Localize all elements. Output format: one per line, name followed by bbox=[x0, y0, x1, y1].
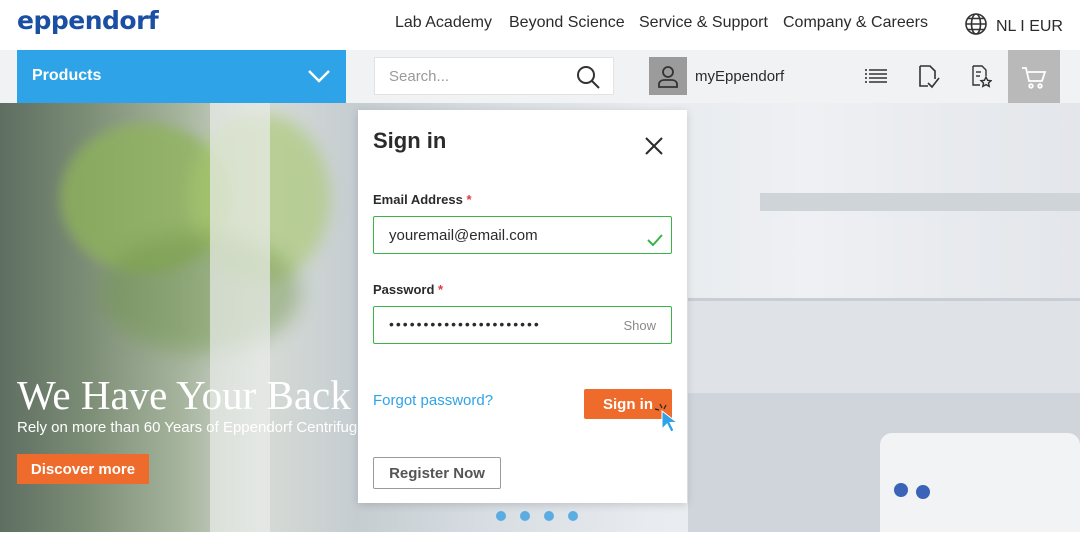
globe-icon bbox=[964, 12, 988, 41]
list-icon[interactable] bbox=[864, 64, 888, 93]
carousel-dot[interactable] bbox=[496, 511, 506, 521]
required-mark: * bbox=[466, 192, 472, 207]
carousel-dots bbox=[496, 511, 578, 521]
email-label: Email Address * bbox=[373, 192, 472, 207]
language-label: NL I EUR bbox=[996, 17, 1063, 35]
nav-lab-academy[interactable]: Lab Academy bbox=[395, 14, 492, 32]
checkmark-icon bbox=[647, 233, 663, 251]
language-selector[interactable]: NL I EUR bbox=[964, 12, 1063, 41]
search-icon[interactable] bbox=[575, 64, 601, 95]
secondary-bar: Products myEppendorf bbox=[0, 50, 1080, 103]
cart-icon[interactable] bbox=[1008, 50, 1060, 103]
hero-lab-bench bbox=[688, 298, 1080, 393]
email-label-text: Email Address bbox=[373, 192, 463, 207]
products-label: Products bbox=[32, 67, 102, 84]
products-menu-button[interactable]: Products bbox=[17, 50, 346, 103]
close-icon[interactable] bbox=[645, 137, 663, 160]
discover-more-button[interactable]: Discover more bbox=[17, 454, 149, 484]
hero-centrifuge bbox=[880, 433, 1080, 532]
show-password-toggle[interactable]: Show bbox=[623, 318, 656, 333]
forgot-password-link[interactable]: Forgot password? bbox=[373, 392, 493, 409]
top-bar: eppendorf Lab Academy Beyond Science Ser… bbox=[0, 0, 1080, 50]
password-label-text: Password bbox=[373, 282, 435, 297]
signin-title: Sign in bbox=[373, 128, 447, 153]
password-field[interactable]: •••••••••••••••••••••• Show bbox=[373, 306, 672, 344]
required-mark: * bbox=[438, 282, 444, 297]
document-check-icon[interactable] bbox=[916, 64, 940, 95]
hero-foliage bbox=[100, 233, 300, 353]
search-box bbox=[374, 57, 614, 95]
password-value: •••••••••••••••••••••• bbox=[389, 316, 541, 332]
favorites-icon[interactable] bbox=[970, 64, 993, 93]
email-value: youremail@email.com bbox=[389, 227, 538, 244]
carousel-dot[interactable] bbox=[544, 511, 554, 521]
centrifuge-knob bbox=[916, 485, 930, 499]
email-field[interactable]: youremail@email.com bbox=[373, 216, 672, 254]
nav-service-support[interactable]: Service & Support bbox=[639, 14, 768, 32]
hero-subtitle: Rely on more than 60 Years of Eppendorf … bbox=[17, 419, 358, 436]
hero-window-frame bbox=[210, 103, 270, 532]
carousel-dot[interactable] bbox=[520, 511, 530, 521]
eppendorf-logo[interactable]: eppendorf bbox=[17, 6, 159, 35]
nav-company-careers[interactable]: Company & Careers bbox=[783, 14, 928, 32]
nav-beyond-science[interactable]: Beyond Science bbox=[509, 14, 625, 32]
cursor-icon bbox=[654, 402, 680, 437]
user-avatar-icon[interactable] bbox=[649, 57, 687, 95]
my-eppendorf-link[interactable]: myEppendorf bbox=[695, 68, 784, 85]
centrifuge-knob bbox=[894, 483, 908, 497]
register-now-button[interactable]: Register Now bbox=[373, 457, 501, 489]
password-label: Password * bbox=[373, 282, 443, 297]
carousel-dot[interactable] bbox=[568, 511, 578, 521]
hero-title: We Have Your Back bbox=[17, 372, 351, 418]
hero-lab-shelf bbox=[760, 193, 1080, 211]
signin-dialog: Sign in Email Address * youremail@email.… bbox=[358, 110, 687, 503]
chevron-down-icon bbox=[306, 64, 332, 93]
search-input[interactable] bbox=[375, 58, 565, 94]
